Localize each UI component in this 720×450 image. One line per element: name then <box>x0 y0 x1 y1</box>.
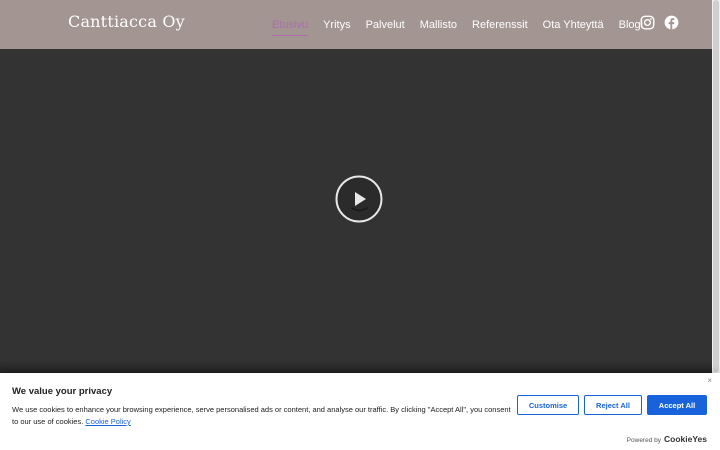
scrollbar-thumb[interactable] <box>713 0 719 372</box>
nav-item-referenssit[interactable]: Referenssit <box>472 19 528 31</box>
site-logo-text[interactable]: Canttiacca Oy <box>68 12 185 31</box>
site-header: Canttiacca Oy Etusivu Yritys Palvelut Ma… <box>0 0 712 49</box>
instagram-icon[interactable] <box>640 15 655 30</box>
social-links <box>640 15 688 30</box>
page: Canttiacca Oy Etusivu Yritys Palvelut Ma… <box>0 0 720 450</box>
accept-all-button[interactable]: Accept All <box>647 395 707 415</box>
nav-item-palvelut[interactable]: Palvelut <box>366 19 405 31</box>
powered-by: Powered by CookieYes <box>627 434 707 444</box>
cookie-description: We use cookies to enhance your browsing … <box>12 404 512 428</box>
nav-item-ota-yhteytta[interactable]: Ota Yhteyttä <box>543 19 604 31</box>
main-nav: Etusivu Yritys Palvelut Mallisto Referen… <box>272 16 658 36</box>
cookie-title: We value your privacy <box>12 386 113 397</box>
nav-item-mallisto[interactable]: Mallisto <box>420 19 457 31</box>
nav-item-etusivu[interactable]: Etusivu <box>272 19 309 36</box>
cookie-consent-banner: × We value your privacy We use cookies t… <box>0 373 720 450</box>
powered-by-text: Powered by <box>626 437 661 444</box>
reject-all-button[interactable]: Reject All <box>584 395 642 415</box>
facebook-icon[interactable] <box>664 15 679 30</box>
close-icon[interactable]: × <box>707 376 712 385</box>
video-bottom-shadow <box>0 360 712 374</box>
customise-button[interactable]: Customise <box>517 395 579 415</box>
nav-item-yritys[interactable]: Yritys <box>323 19 351 31</box>
play-button[interactable] <box>335 175 383 223</box>
cookieyes-logo[interactable]: CookieYes <box>664 434 707 444</box>
cookie-policy-link[interactable]: Cookie Policy <box>85 417 130 426</box>
